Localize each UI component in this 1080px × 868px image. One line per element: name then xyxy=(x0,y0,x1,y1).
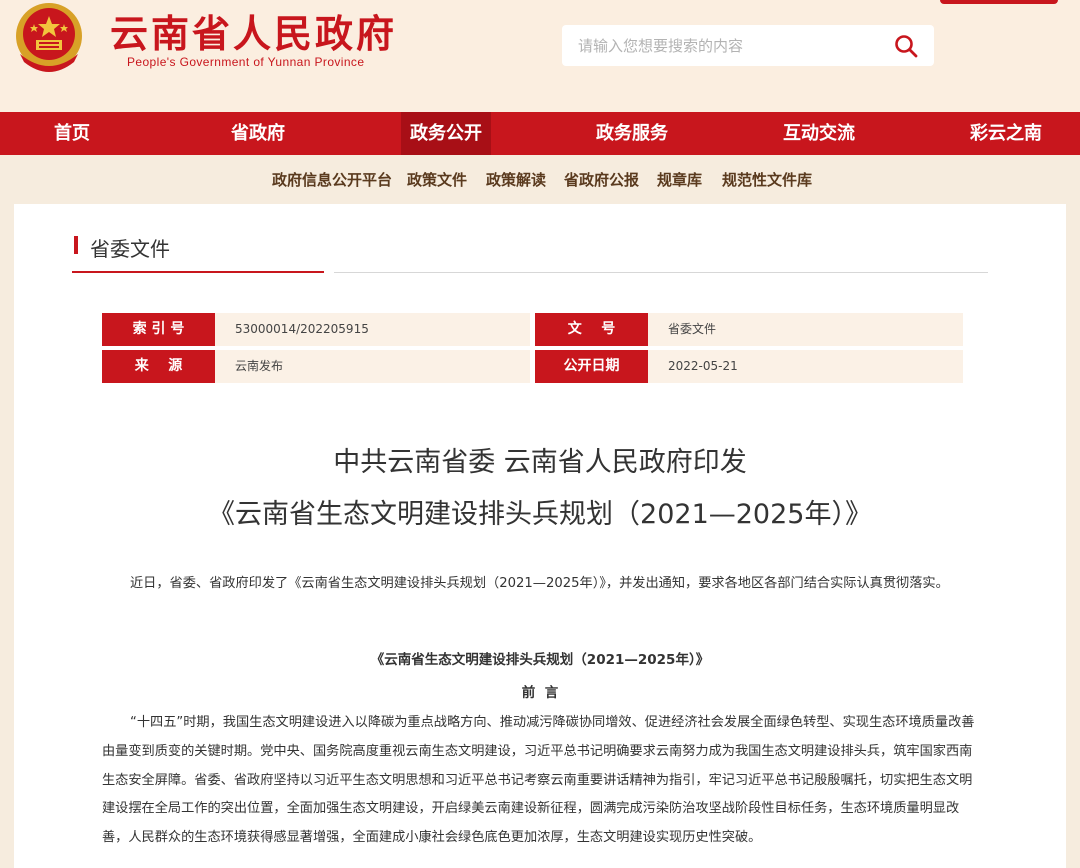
subnav-info-platform[interactable]: 政府信息公开平台 xyxy=(272,169,392,190)
preface-heading: 前 言 xyxy=(521,685,559,701)
article-title-line1: 中共云南省委 云南省人民政府印发 xyxy=(333,447,747,478)
section-divider xyxy=(334,272,988,273)
meta-doc-value: 省委文件 xyxy=(648,313,963,346)
subnav-regulations[interactable]: 规章库 xyxy=(657,169,702,190)
article-intro: 近日，省委、省政府印发了《云南省生态文明建设排头兵规划（2021—2025年）》… xyxy=(130,576,949,591)
site-title[interactable]: 云南省人民政府 xyxy=(110,12,397,56)
section-marker xyxy=(74,236,78,254)
nav-interaction[interactable]: 互动交流 xyxy=(759,112,879,155)
nav-home[interactable]: 首页 xyxy=(12,112,132,155)
article-title-line2: 《云南省生态文明建设排头兵规划（2021—2025年）》 xyxy=(208,499,872,530)
search-box xyxy=(562,25,934,66)
subnav-policy-documents[interactable]: 政策文件 xyxy=(407,169,467,190)
main-nav: 首页 省政府 政务公开 政务服务 互动交流 彩云之南 xyxy=(0,112,1080,158)
national-emblem-icon[interactable] xyxy=(14,2,84,74)
site-subtitle: People's Government of Yunnan Province xyxy=(127,55,365,69)
sub-nav: 政府信息公开平台 政策文件 政策解读 省政府公报 规章库 规范性文件库 xyxy=(0,155,1080,201)
meta-index-label: 索 引 号 xyxy=(102,313,215,346)
subnav-normative-documents[interactable]: 规范性文件库 xyxy=(722,169,812,190)
nav-colorful-yunnan[interactable]: 彩云之南 xyxy=(946,112,1066,155)
meta-date-value: 2022-05-21 xyxy=(648,350,963,383)
meta-source-label: 来 源 xyxy=(102,350,215,383)
meta-source-value: 云南发布 xyxy=(215,350,530,383)
search-input[interactable] xyxy=(578,25,888,66)
nav-provincial-government[interactable]: 省政府 xyxy=(198,112,318,155)
meta-doc-label: 文 号 xyxy=(535,313,648,346)
nav-government-affairs-open[interactable]: 政务公开 xyxy=(401,112,491,158)
subnav-policy-interpretation[interactable]: 政策解读 xyxy=(486,169,546,190)
subnav-gazette[interactable]: 省政府公报 xyxy=(564,169,639,190)
section-title[interactable]: 省委文件 xyxy=(90,233,170,262)
document-heading: 《云南省生态文明建设排头兵规划（2021—2025年）》 xyxy=(370,652,710,668)
section-underline xyxy=(72,271,324,273)
search-icon[interactable] xyxy=(893,33,919,59)
meta-date-label: 公开日期 xyxy=(535,350,648,383)
top-red-tab[interactable] xyxy=(940,0,1058,4)
nav-government-services[interactable]: 政务服务 xyxy=(572,112,692,155)
meta-index-value: 53000014/202205915 xyxy=(215,313,530,346)
site-header: 云南省人民政府 People's Government of Yunnan Pr… xyxy=(0,0,1080,112)
article-body-paragraph: “十四五”时期，我国生态文明建设进入以降碳为重点战略方向、推动减污降碳协同增效、… xyxy=(102,715,975,846)
